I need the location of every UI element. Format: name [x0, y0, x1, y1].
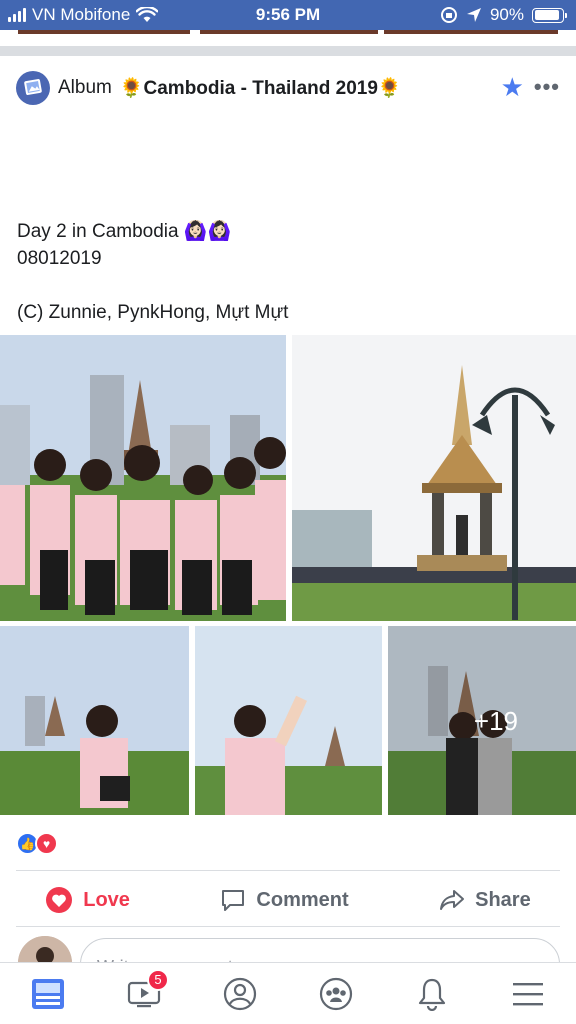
caption-line — [17, 272, 288, 299]
tab-notifications[interactable] — [407, 969, 457, 1019]
share-button[interactable]: Share — [439, 887, 531, 913]
tab-groups[interactable] — [311, 969, 361, 1019]
tab-watch[interactable]: 5 — [119, 968, 169, 1019]
more-photos-count: +19 — [473, 706, 518, 736]
album-label: Album — [58, 77, 112, 98]
reaction-summary[interactable]: 👍 ♥ — [16, 832, 58, 855]
status-right: 90% — [440, 5, 567, 25]
tab-profile[interactable] — [215, 969, 265, 1019]
photo-group[interactable] — [0, 335, 286, 621]
share-label: Share — [475, 888, 531, 911]
post-caption: Day 2 in Cambodia 🙆🏻‍♀️🙆🏻‍♀️ 08012019 (C… — [17, 218, 288, 326]
location-arrow-icon — [466, 8, 481, 22]
photo-more[interactable]: +19 — [388, 626, 576, 815]
photo-boy-pose[interactable] — [195, 626, 382, 815]
bell-icon — [418, 978, 446, 1011]
love-label: Love — [83, 888, 130, 911]
status-bar: VN Mobifone 9:56 PM 90% — [0, 0, 576, 30]
action-bar: Love Comment Share — [0, 878, 576, 922]
rotation-lock-icon — [440, 7, 457, 23]
caption-line: 08012019 — [17, 248, 102, 269]
caption-line: (C) Zunnie, PynkHong, Mựt Mựt — [17, 302, 289, 323]
post-header: Album 🌻Cambodia - Thailand 2019🌻 ★ ••• — [16, 68, 560, 108]
love-button[interactable]: Love — [45, 886, 130, 914]
photo-girl-monument[interactable] — [0, 626, 189, 815]
album-title[interactable]: 🌻Cambodia - Thailand 2019🌻 — [120, 76, 402, 100]
notification-badge: 5 — [147, 968, 169, 991]
separator — [16, 926, 560, 927]
separator — [16, 870, 560, 871]
star-icon[interactable]: ★ — [501, 74, 524, 100]
hamburger-menu-icon — [513, 982, 543, 1005]
album-icon[interactable] — [16, 71, 50, 105]
profile-icon — [223, 977, 257, 1010]
news-feed-icon — [32, 978, 64, 1009]
tab-news-feed[interactable] — [23, 969, 73, 1019]
caption-line: Day 2 in Cambodia 🙆🏻‍♀️🙆🏻‍♀️ — [17, 221, 232, 242]
comment-button[interactable]: Comment — [220, 887, 349, 913]
tab-menu[interactable] — [503, 969, 553, 1019]
share-icon — [440, 890, 465, 910]
bottom-tab-bar: 5 — [0, 962, 576, 1024]
feed-divider — [0, 46, 576, 56]
photo-monument[interactable] — [292, 335, 576, 621]
battery-icon — [532, 7, 567, 23]
comment-label: Comment — [256, 888, 349, 911]
groups-icon — [319, 977, 353, 1010]
comment-icon — [222, 890, 245, 911]
love-reaction-icon: ♥ — [35, 832, 58, 855]
battery-fill — [534, 10, 559, 20]
previous-post-edge — [0, 30, 576, 34]
more-options-icon[interactable]: ••• — [534, 74, 560, 100]
heart-icon — [46, 887, 73, 913]
battery-percent: 90% — [489, 5, 524, 24]
header-actions: ★ ••• — [501, 74, 560, 100]
